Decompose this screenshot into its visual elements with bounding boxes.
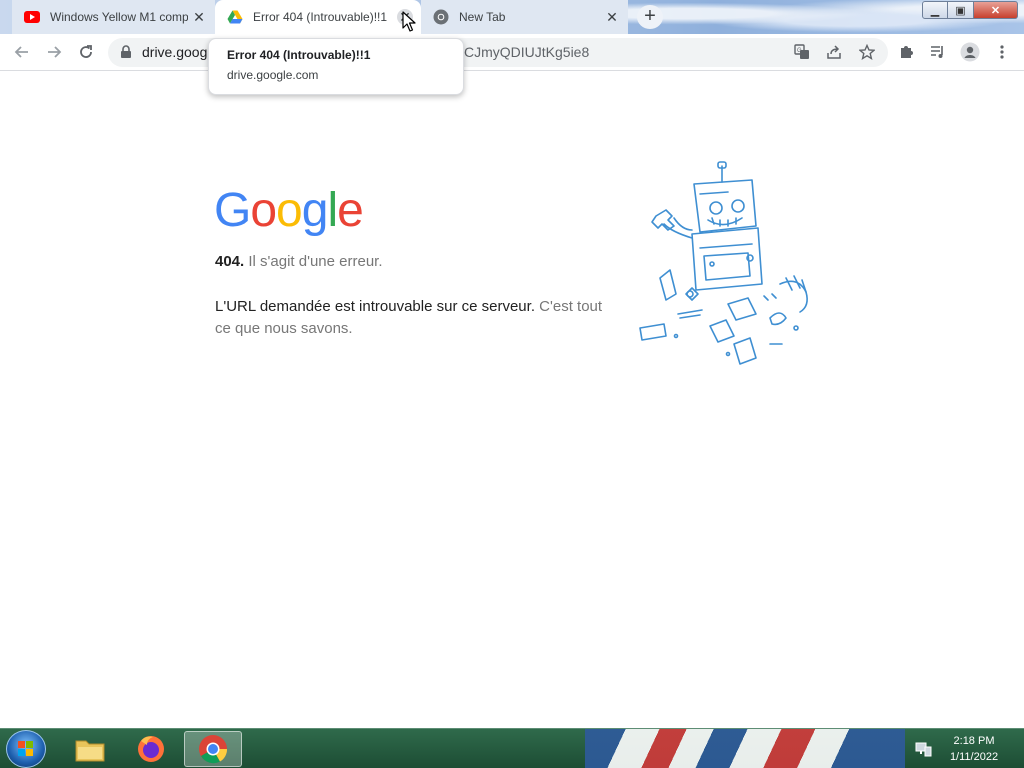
- tab-title: Error 404 (Introuvable)!!1: [253, 10, 388, 24]
- extensions-button[interactable]: [896, 42, 916, 62]
- error-message: Il s'agit d'une erreur.: [248, 253, 383, 270]
- hover-card-domain: drive.google.com: [227, 68, 319, 82]
- hover-card-title: Error 404 (Introuvable)!!1: [227, 48, 371, 62]
- google-drive-icon: [227, 10, 243, 24]
- svg-text:G: G: [797, 48, 802, 54]
- lock-icon[interactable]: [120, 45, 132, 59]
- system-clock[interactable]: 2:18 PM 1/11/2022: [944, 733, 1004, 765]
- window-controls: ▁ ▣ ✕: [922, 1, 1018, 19]
- chrome-icon: [199, 735, 228, 764]
- tab-new-tab[interactable]: New Tab ✕: [421, 0, 628, 34]
- taskbar-firefox[interactable]: [122, 731, 180, 767]
- wallpaper-strip: [585, 729, 905, 768]
- media-control-button[interactable]: [928, 42, 948, 62]
- profile-button[interactable]: [960, 42, 980, 62]
- error-description: L'URL demandée est introuvable sur ce se…: [215, 296, 615, 340]
- error-heading: 404. Il s'agit d'une erreur.: [215, 253, 383, 270]
- forward-arrow-icon: [48, 46, 62, 58]
- taskbar-chrome[interactable]: [184, 731, 242, 767]
- tab-strip: Windows Yellow M1 comp ✕ Error 404 (Intr…: [0, 0, 1024, 34]
- firefox-icon: [138, 736, 164, 762]
- back-arrow-icon: [14, 46, 28, 58]
- playlist-icon: [931, 46, 943, 58]
- menu-button[interactable]: [992, 42, 1012, 62]
- share-button[interactable]: [824, 42, 844, 62]
- logo-letter: G: [214, 184, 251, 237]
- logo-letter: g: [301, 184, 329, 237]
- logo-letter: e: [337, 184, 364, 237]
- logo-letter: l: [327, 184, 338, 237]
- translate-button[interactable]: G: [792, 42, 812, 62]
- star-icon: [859, 44, 875, 60]
- tab-hover-card: Error 404 (Introuvable)!!1 drive.google.…: [208, 38, 464, 95]
- url-text: drive.goog: [142, 44, 208, 60]
- error-code: 404.: [215, 253, 245, 270]
- windows-logo-icon: [18, 741, 33, 756]
- avatar-icon: [960, 42, 980, 62]
- close-window-button[interactable]: ✕: [974, 1, 1018, 19]
- back-button[interactable]: [12, 42, 32, 62]
- browser-toolbar: drive.goog CJmyQDIUJtKg5ie8 G: [0, 34, 1024, 71]
- tab-youtube[interactable]: Windows Yellow M1 comp ✕: [12, 0, 215, 34]
- reload-button[interactable]: [76, 42, 96, 62]
- close-tab-icon[interactable]: ✕: [604, 9, 620, 25]
- bookmark-button[interactable]: [857, 42, 877, 62]
- logo-letter: o: [250, 184, 277, 237]
- close-tab-icon[interactable]: ✕: [191, 9, 207, 25]
- translate-icon: G: [794, 44, 809, 59]
- logo-letter: o: [276, 184, 303, 237]
- youtube-icon: [24, 11, 40, 23]
- share-icon: [827, 45, 841, 59]
- forward-button[interactable]: [44, 42, 64, 62]
- minimize-button[interactable]: ▁: [922, 1, 948, 19]
- chrome-icon: [433, 9, 449, 25]
- reload-icon: [80, 45, 92, 58]
- url-text-tail: CJmyQDIUJtKg5ie8: [464, 44, 590, 60]
- tab-title: Windows Yellow M1 comp: [50, 10, 188, 24]
- more-vert-icon: [1000, 45, 1004, 59]
- file-explorer-icon: [75, 740, 105, 762]
- maximize-button[interactable]: ▣: [948, 1, 974, 19]
- tab-error-404[interactable]: Error 404 (Introuvable)!!1 ✕: [215, 0, 421, 34]
- network-icon[interactable]: [914, 741, 932, 757]
- clock-date: 1/11/2022: [949, 751, 999, 763]
- tab-title: New Tab: [459, 10, 506, 24]
- taskbar-file-explorer[interactable]: [61, 731, 119, 767]
- clock-time: 2:18 PM: [953, 735, 995, 747]
- windows-taskbar: 2:18 PM 1/11/2022: [0, 728, 1024, 768]
- puzzle-icon: [901, 46, 913, 58]
- error-description-main: L'URL demandée est introuvable sur ce se…: [215, 298, 535, 315]
- broken-robot-illustration: [639, 161, 808, 365]
- start-button[interactable]: [6, 730, 46, 768]
- mouse-cursor-icon: [402, 11, 416, 32]
- google-logo[interactable]: Google: [214, 184, 364, 238]
- new-tab-button[interactable]: +: [637, 5, 663, 29]
